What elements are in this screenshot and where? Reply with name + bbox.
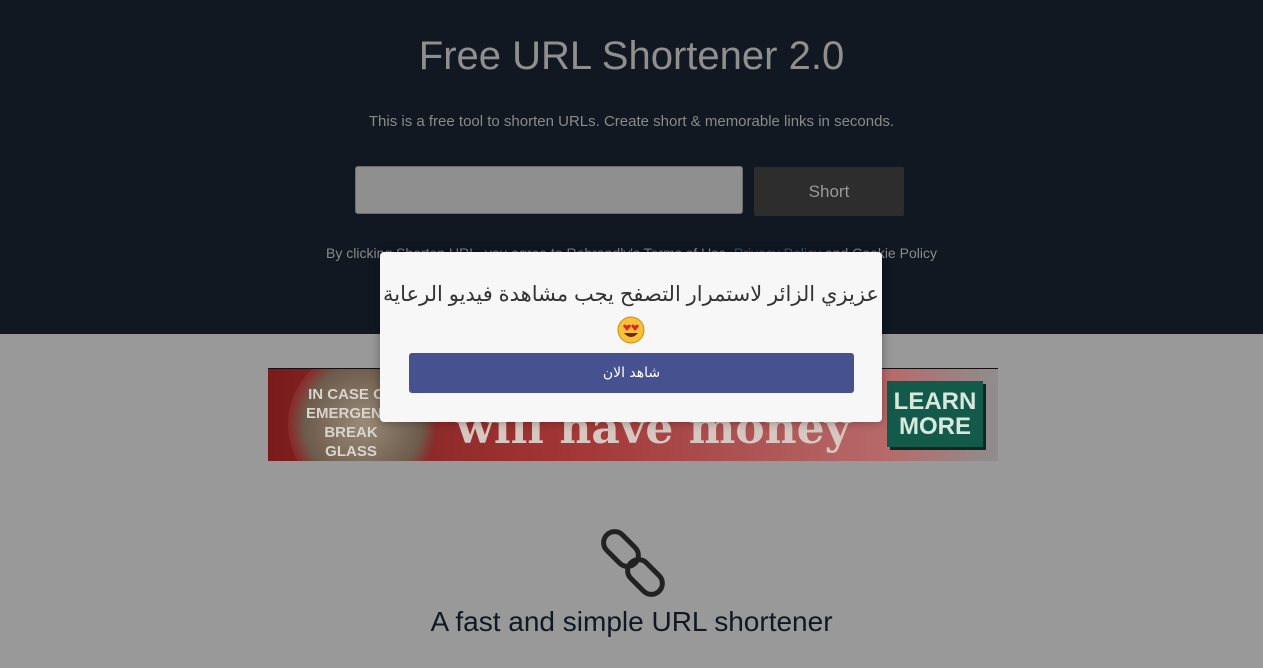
watch-now-button[interactable]: شاهد الان — [409, 353, 854, 393]
learn-more-button[interactable]: LEARN MORE — [887, 381, 983, 447]
page-title: Free URL Shortener 2.0 — [418, 34, 845, 78]
chain-link-icon — [601, 529, 665, 597]
modal-message: عزيزي الزائر لاستمرار التصفح يجب مشاهدة … — [383, 283, 879, 306]
heart-eyes-emoji-icon — [617, 316, 645, 344]
url-input[interactable] — [355, 166, 743, 214]
sponsor-modal: عزيزي الزائر لاستمرار التصفح يجب مشاهدة … — [380, 252, 882, 422]
page-subtitle: This is a free tool to shorten URLs. Cre… — [368, 113, 895, 130]
short-button[interactable]: Short — [754, 167, 904, 216]
feature-tagline: A fast and simple URL shortener — [430, 606, 833, 637]
